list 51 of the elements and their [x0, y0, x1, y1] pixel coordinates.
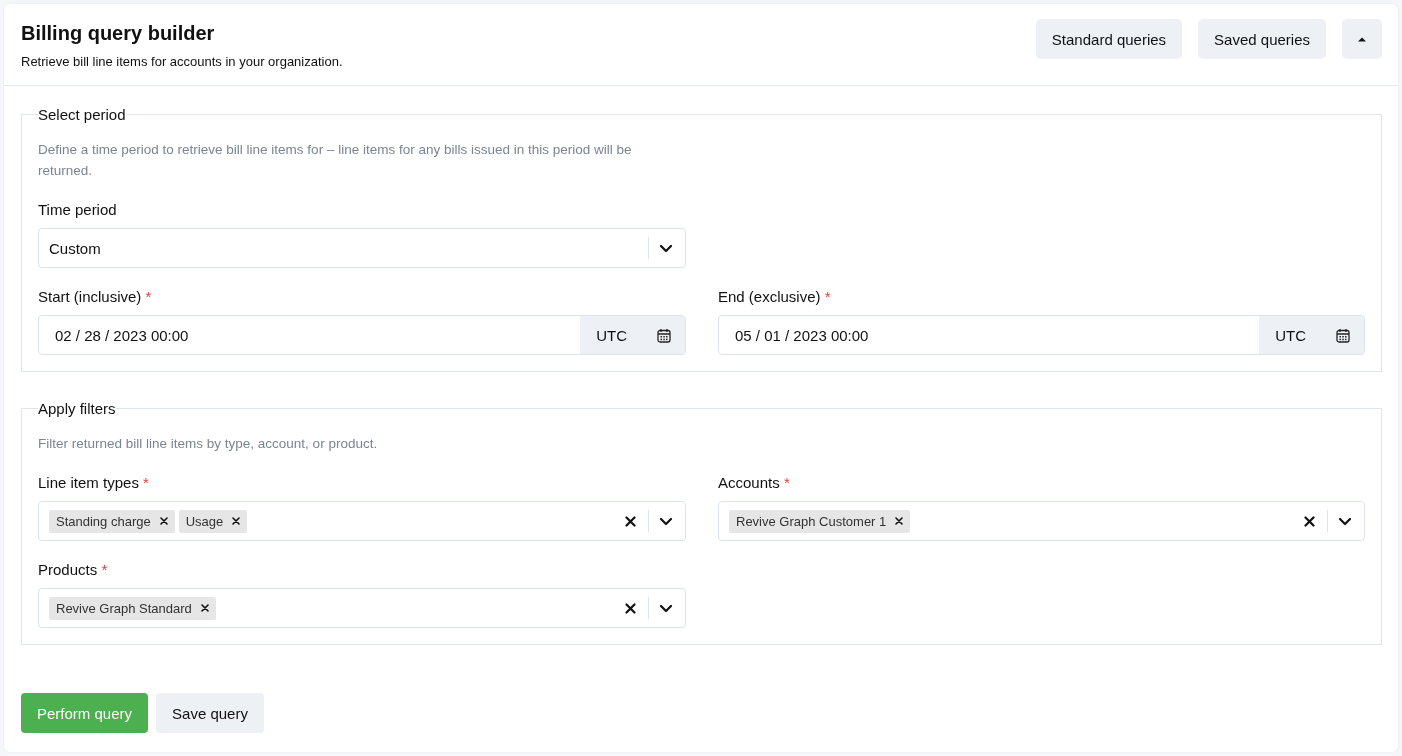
clear-icon[interactable]	[625, 602, 636, 614]
section-description: Define a time period to retrieve bill line items for – line items for any bills issued in this period will be returned.	[38, 141, 633, 180]
tag-label: Revive Graph Customer 1	[736, 513, 887, 529]
section-legend: Apply filters	[38, 400, 116, 417]
remove-tag-icon[interactable]	[200, 604, 209, 612]
calendar-button[interactable]	[643, 316, 685, 354]
multi-select-field[interactable]: Revive Graph Standard	[38, 588, 686, 628]
required-mark: *	[783, 474, 790, 491]
chevron-down-icon	[659, 243, 673, 253]
section-legend: Select period	[38, 106, 126, 123]
query-menu-button[interactable]: Saved queries	[1198, 19, 1326, 59]
clear-icon[interactable]	[625, 515, 636, 527]
date-time-value: 05 / 01 / 2023 00:00	[734, 325, 870, 346]
field-label: Accounts	[718, 474, 780, 491]
timezone-label: UTC	[580, 316, 643, 354]
chevron-down-icon[interactable]	[659, 516, 673, 526]
field-label: Products	[38, 561, 98, 578]
page-subtitle: Retrieve bill line items for accounts in your organization.	[21, 54, 343, 69]
required-mark: *	[101, 561, 108, 578]
remove-tag-icon[interactable]	[232, 517, 241, 525]
page-title: Billing query builder	[21, 22, 216, 45]
date-time-field[interactable]: 05 / 01 / 2023 00:00 UTC	[718, 315, 1365, 355]
date-time-field[interactable]: 02 / 28 / 2023 00:00 UTC	[38, 315, 686, 355]
time-period-select[interactable]: Custom	[38, 228, 686, 268]
chevron-down-icon[interactable]	[1338, 516, 1352, 526]
clear-icon[interactable]	[1304, 515, 1315, 527]
section-description: Filter returned bill line items by type, account, or product.	[38, 435, 379, 453]
field-label: Line item types	[38, 474, 139, 491]
calendar-icon	[1336, 327, 1350, 343]
field-label: End (exclusive)	[718, 288, 821, 305]
multi-select-field[interactable]: Revive Graph Customer 1	[718, 501, 1365, 541]
required-mark: *	[145, 288, 152, 305]
required-mark: *	[824, 288, 831, 305]
multi-select-field[interactable]: Standing charge Usage	[38, 501, 686, 541]
tag-label: Standing charge	[56, 513, 151, 529]
calendar-button[interactable]	[1322, 316, 1364, 354]
save-query-button[interactable]: Save query	[156, 693, 264, 733]
remove-tag-icon[interactable]	[895, 517, 904, 525]
query-menu-button[interactable]: Standard queries	[1035, 19, 1183, 59]
remove-tag-icon[interactable]	[159, 517, 168, 525]
timezone-label: UTC	[1259, 316, 1322, 354]
tag-label: Revive Graph Standard	[56, 600, 192, 616]
calendar-icon	[657, 327, 671, 343]
tag-label: Usage	[185, 513, 224, 529]
field-label: Start (inclusive)	[38, 288, 142, 305]
select-value: Custom	[49, 239, 102, 257]
caret-up-icon	[1357, 36, 1367, 42]
required-mark: *	[143, 474, 149, 491]
chevron-down-icon[interactable]	[659, 603, 673, 613]
date-time-value: 02 / 28 / 2023 00:00	[54, 325, 190, 346]
field-label: Time period	[38, 201, 118, 218]
